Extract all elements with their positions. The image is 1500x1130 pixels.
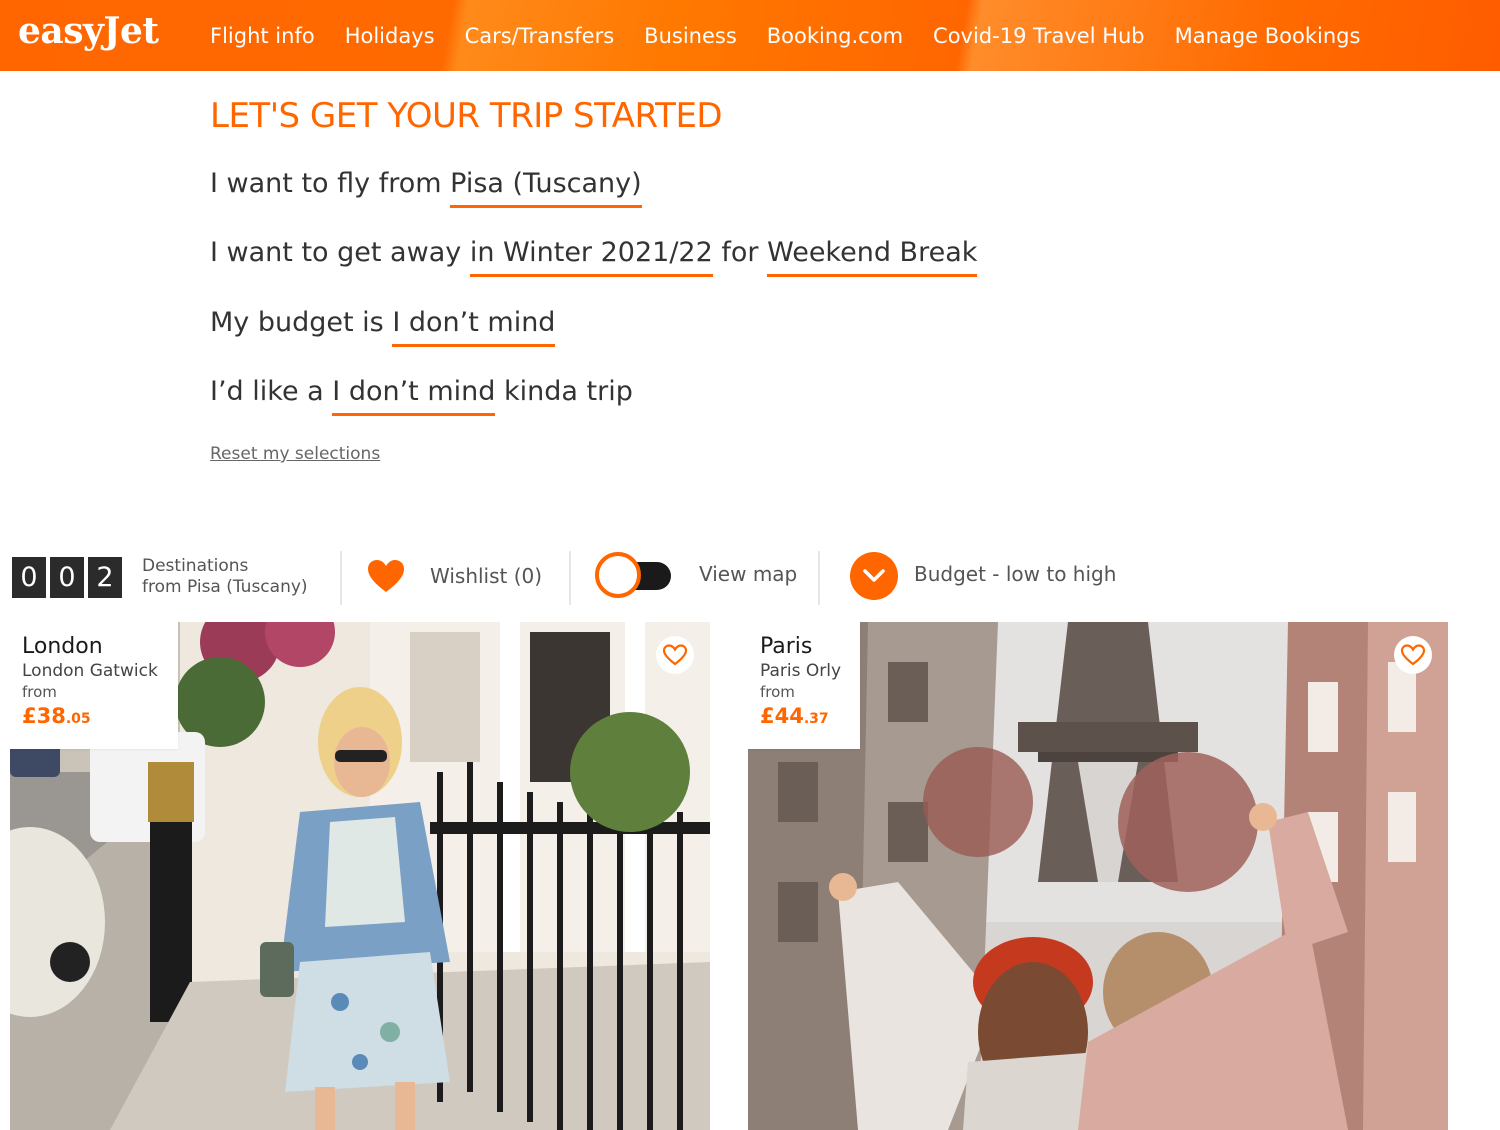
- divider: [569, 551, 571, 605]
- heart-icon[interactable]: [366, 558, 406, 594]
- top-navigation-bar: easyJet Flight info Holidays Cars/Transf…: [0, 0, 1500, 71]
- destination-card-london[interactable]: London London Gatwick from £38.05: [10, 622, 710, 1130]
- price-pence: .37: [803, 711, 829, 727]
- trip-length-selector[interactable]: Weekend Break: [767, 237, 978, 277]
- destination-city: Paris: [760, 634, 813, 659]
- budget-selector[interactable]: I don’t mind: [392, 307, 556, 347]
- results-toolbar: 0 0 2 Destinations from Pisa (Tuscany) W…: [0, 548, 1500, 608]
- when-sentence: I want to get away in Winter 2021/22 for…: [210, 237, 978, 277]
- nav-manage-bookings[interactable]: Manage Bookings: [1175, 24, 1361, 48]
- divider: [818, 551, 820, 605]
- from-prefix: I want to fly from: [210, 168, 442, 199]
- price-from-label: from: [22, 683, 57, 701]
- destination-airport: Paris Orly: [760, 661, 842, 681]
- price-pence: .05: [65, 711, 91, 727]
- destination-info-panel: Paris Paris Orly from £44.37: [748, 622, 860, 749]
- price-from-label: from: [760, 683, 795, 701]
- for-text: for: [721, 237, 759, 268]
- destination-counter: 0 0 2: [12, 557, 122, 598]
- page-title: LET'S GET YOUR TRIP STARTED: [210, 96, 723, 136]
- add-to-wishlist-button[interactable]: [656, 636, 694, 674]
- destinations-label-line1: Destinations: [142, 556, 249, 576]
- trip-type-selector[interactable]: I don’t mind: [332, 376, 496, 416]
- when-prefix: I want to get away: [210, 237, 462, 268]
- reset-selections-link[interactable]: Reset my selections: [210, 444, 380, 464]
- divider: [340, 551, 342, 605]
- trip-prefix: I’d like a: [210, 376, 324, 407]
- nav-business[interactable]: Business: [644, 24, 737, 48]
- view-map-toggle[interactable]: [595, 552, 675, 598]
- counter-digit: 2: [88, 557, 122, 598]
- budget-prefix: My budget is: [210, 307, 384, 338]
- price-main: £38: [22, 704, 66, 728]
- trip-type-sentence: I’d like a I don’t mind kinda trip: [210, 376, 633, 416]
- nav-covid-travel-hub[interactable]: Covid-19 Travel Hub: [933, 24, 1145, 48]
- from-sentence: I want to fly from Pisa (Tuscany): [210, 168, 642, 208]
- destinations-label: Destinations from Pisa (Tuscany): [142, 556, 308, 598]
- toggle-knob: [595, 552, 641, 598]
- counter-digit: 0: [50, 557, 84, 598]
- view-map-label[interactable]: View map: [699, 562, 797, 586]
- destinations-label-line2: from Pisa (Tuscany): [142, 577, 308, 597]
- season-selector[interactable]: in Winter 2021/22: [469, 237, 713, 277]
- budget-sentence: My budget is I don’t mind: [210, 307, 556, 347]
- heart-outline-icon: [1400, 644, 1426, 666]
- destination-card-paris[interactable]: Paris Paris Orly from £44.37: [748, 622, 1448, 1130]
- nav-booking-com[interactable]: Booking.com: [767, 24, 903, 48]
- trip-builder: LET'S GET YOUR TRIP STARTED I want to fl…: [210, 96, 1210, 464]
- destination-city: London: [22, 634, 103, 659]
- nav-holidays[interactable]: Holidays: [345, 24, 435, 48]
- price: £44.37: [760, 702, 848, 733]
- price: £38.05: [22, 702, 166, 733]
- departure-selector[interactable]: Pisa (Tuscany): [450, 168, 642, 208]
- heart-outline-icon: [662, 644, 688, 666]
- price-main: £44: [760, 704, 804, 728]
- nav-flight-info[interactable]: Flight info: [210, 24, 315, 48]
- counter-digit: 0: [12, 557, 46, 598]
- sort-dropdown-button[interactable]: [850, 552, 898, 600]
- destination-info-panel: London London Gatwick from £38.05: [10, 622, 178, 749]
- chevron-down-icon: [863, 569, 885, 582]
- add-to-wishlist-button[interactable]: [1394, 636, 1432, 674]
- easyjet-logo[interactable]: easyJet: [18, 10, 159, 52]
- trip-suffix: kinda trip: [504, 376, 633, 407]
- wishlist-link[interactable]: Wishlist (0): [430, 564, 542, 588]
- sort-label[interactable]: Budget - low to high: [914, 562, 1116, 586]
- destination-airport: London Gatwick: [22, 661, 158, 681]
- nav-cars-transfers[interactable]: Cars/Transfers: [465, 24, 615, 48]
- main-nav: Flight info Holidays Cars/Transfers Busi…: [210, 0, 1390, 71]
